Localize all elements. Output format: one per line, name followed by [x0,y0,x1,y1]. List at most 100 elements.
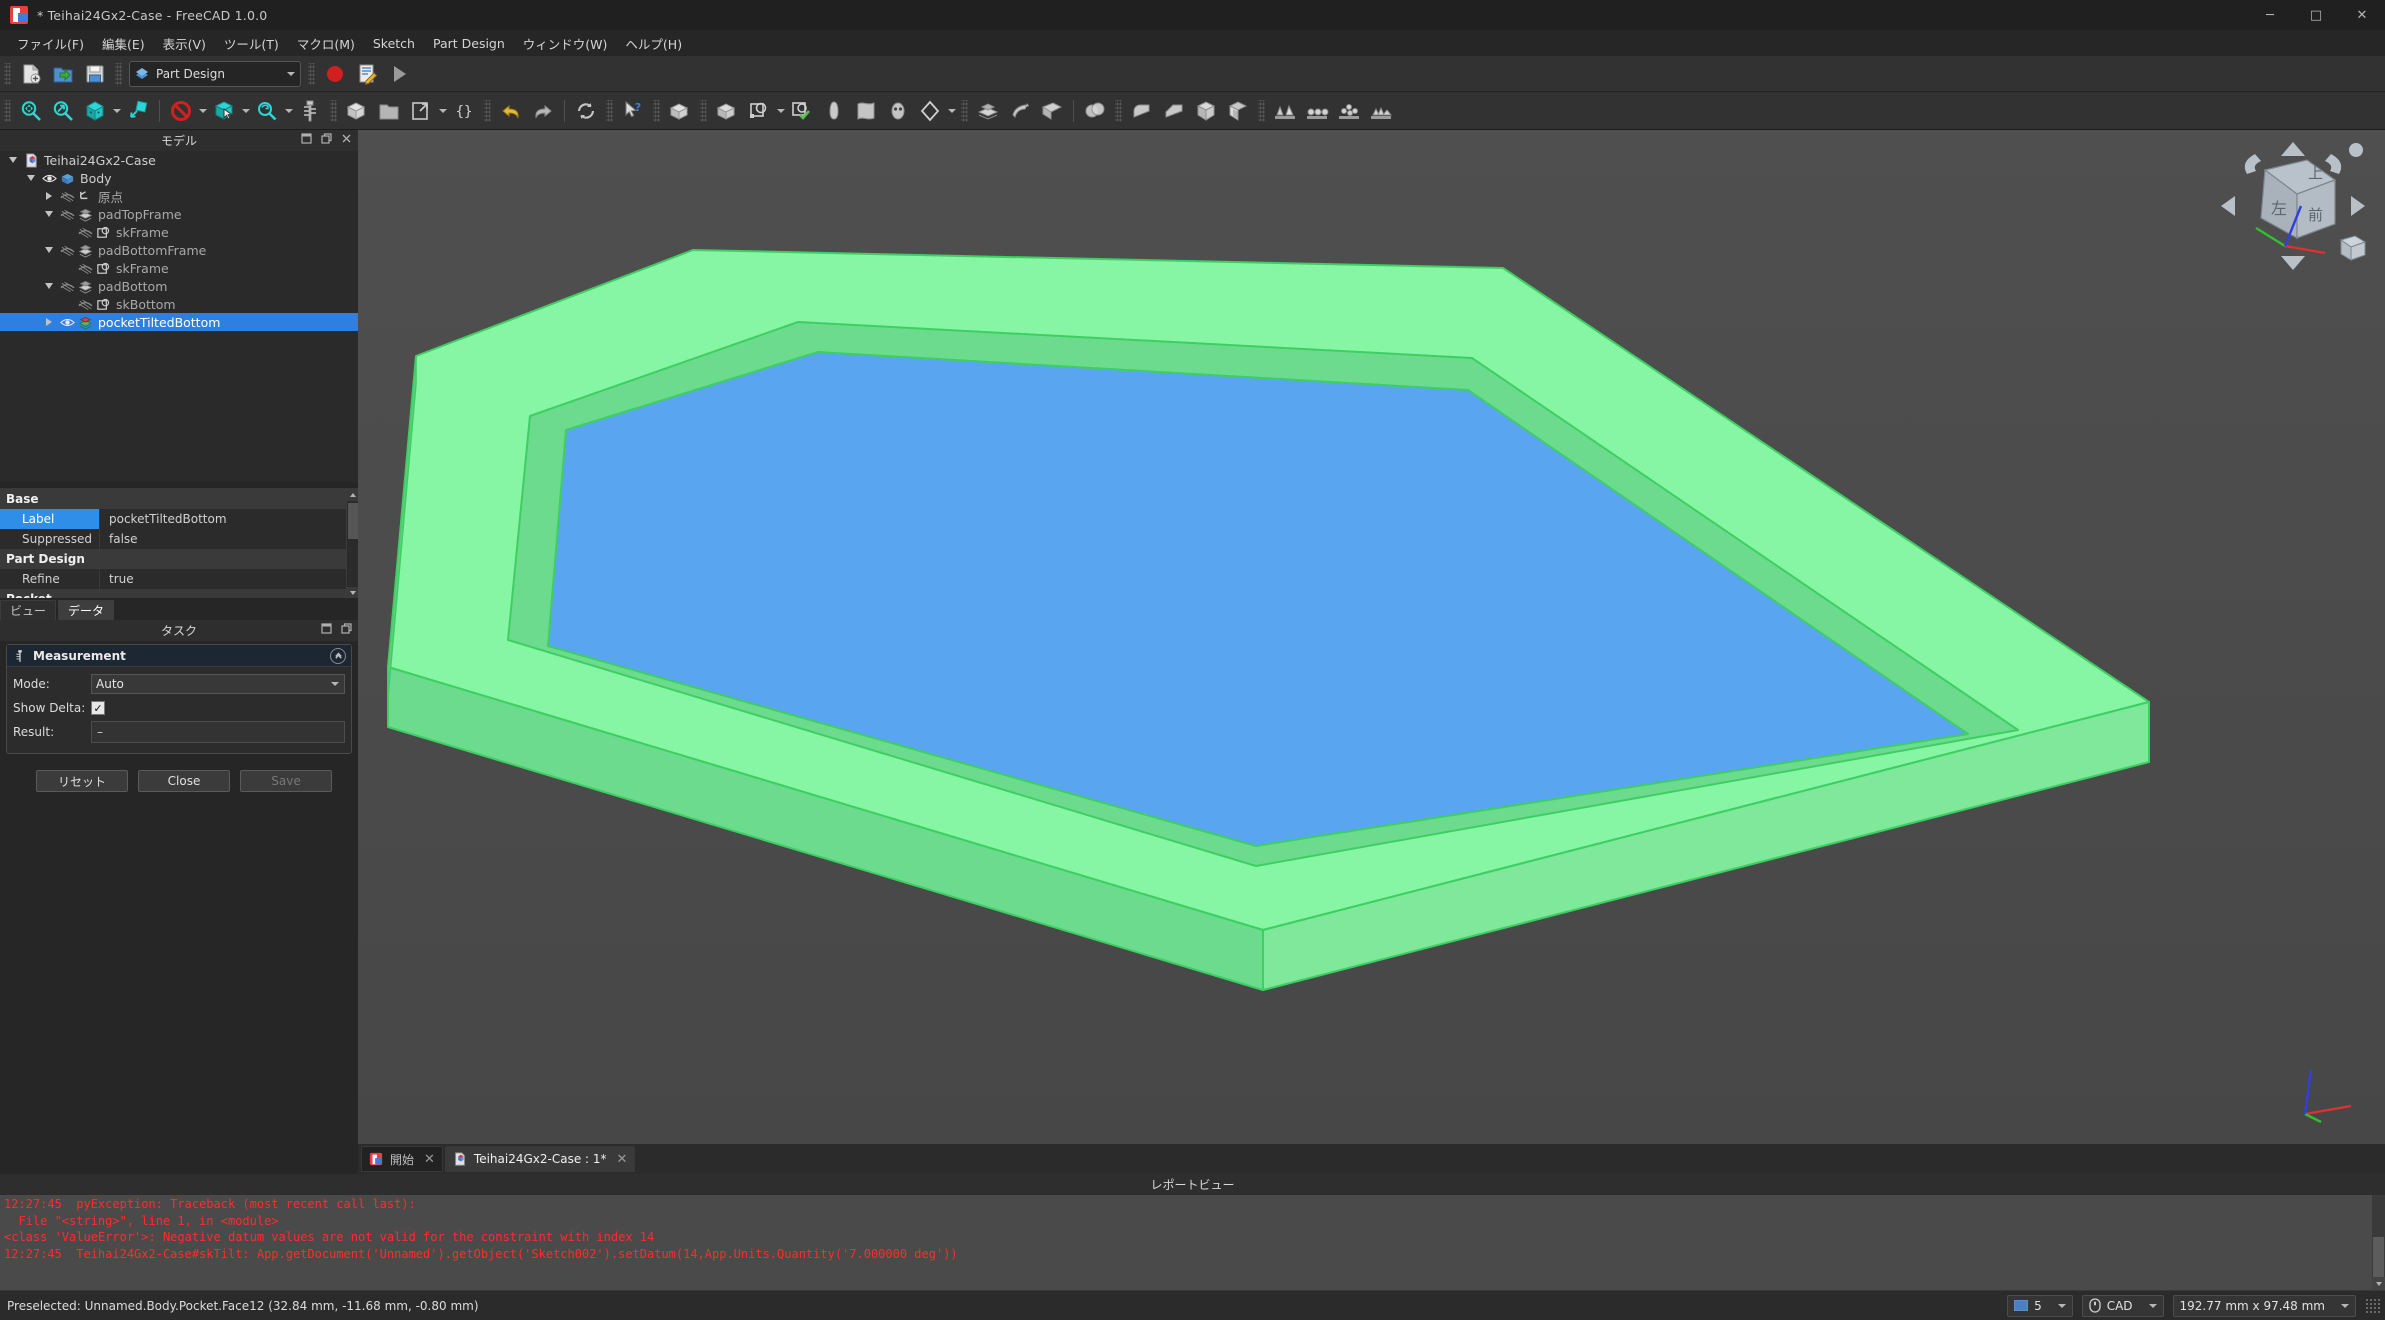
boolean-icon[interactable] [1080,96,1110,126]
navigation-cube[interactable]: 上 左 前 [2213,136,2373,276]
measure-icon[interactable] [295,96,325,126]
macro-record-button[interactable] [320,59,350,89]
caret-down-icon[interactable] [40,277,58,295]
tree-item-padbottom[interactable]: padBottom [0,277,358,295]
new-document-button[interactable] [16,59,46,89]
fit-all-icon[interactable] [16,96,46,126]
eye-hidden-icon[interactable] [76,295,94,313]
draw-style-none-icon[interactable] [166,96,196,126]
caret-down-icon[interactable] [40,205,58,223]
eye-hidden-icon[interactable] [58,205,76,223]
subtractive-loft-icon[interactable] [1037,96,1067,126]
caret-right-icon[interactable] [40,313,58,331]
menu-edit[interactable]: 編集(E) [93,31,154,56]
scrollbar-thumb[interactable] [348,503,358,539]
menu-part-design[interactable]: Part Design [424,33,514,54]
property-row-refine[interactable]: Refine true [0,569,358,589]
eye-visible-icon[interactable] [40,169,58,187]
pattern-toolbar-grip[interactable] [1258,99,1265,122]
create-sketch-icon[interactable] [712,96,742,126]
axonometric-icon[interactable] [123,96,153,126]
case-model[interactable] [358,130,2385,1144]
report-scrollbar[interactable] [2372,1195,2385,1290]
refresh-view-icon[interactable] [252,96,282,126]
chevron-down-icon[interactable] [111,97,122,125]
view-tab-1[interactable]: Teihai24Gx2-Case : 1* ✕ [444,1146,636,1172]
mirror-pattern-icon[interactable] [1270,96,1300,126]
close-icon[interactable]: ✕ [424,1152,435,1167]
whats-this-icon[interactable]: ? [618,96,648,126]
minimize-button[interactable]: ─ [2247,0,2293,30]
dimensions-indicator[interactable]: 192.77 mm x 97.48 mm [2172,1294,2356,1317]
additive-primitive-icon[interactable] [915,96,945,126]
loft-icon[interactable] [851,96,881,126]
property-editor[interactable]: Base Label pocketTiltedBottom Suppressed fal… [0,488,358,598]
property-row-label[interactable]: Label pocketTiltedBottom [0,509,358,529]
eye-visible-icon[interactable] [58,313,76,331]
create-body-icon[interactable] [665,96,695,126]
menu-window[interactable]: ウィンドウ(W) [514,31,617,56]
chevron-down-icon[interactable] [775,97,786,125]
tree-item-skframe[interactable]: skFrame [0,223,358,241]
multi-transform-icon[interactable] [1366,96,1396,126]
chevron-down-icon[interactable] [437,97,448,125]
model-tree[interactable]: Teihai24Gx2-Case Body 原点 padTopFrame skFrame… [0,151,358,482]
property-value[interactable]: pocketTiltedBottom [100,512,358,526]
show-delta-checkbox[interactable]: ✓ [91,701,105,715]
chevron-down-icon[interactable] [197,97,208,125]
link-object-icon[interactable] [406,96,436,126]
eye-hidden-icon[interactable] [76,223,94,241]
eye-hidden-icon[interactable] [58,277,76,295]
partdesign-toolbar-grip[interactable] [653,99,660,122]
tree-item--[interactable]: 原点 [0,187,358,205]
create-part-icon[interactable] [342,96,372,126]
menu-tools[interactable]: ツール(T) [215,31,288,56]
view-toolbar-grip[interactable] [4,99,11,122]
close-button[interactable]: Close [138,770,230,792]
fit-selection-icon[interactable] [48,96,78,126]
view-data-tabs[interactable]: ビュー データ [0,598,358,620]
dock-close-button[interactable] [340,132,353,145]
report-view-body[interactable]: 12:27:45 pyException: Traceback (most re… [0,1195,2385,1290]
tree-item-body[interactable]: Body [0,169,358,187]
selection-view-icon[interactable] [209,96,239,126]
fillet-icon[interactable] [1127,96,1157,126]
redo-icon[interactable] [528,96,558,126]
help-toolbar-grip[interactable] [606,99,613,122]
open-document-button[interactable] [48,59,78,89]
menu-file[interactable]: ファイル(F) [8,31,93,56]
dock-float-button[interactable] [320,132,333,145]
sketch-toolbar-grip[interactable] [700,99,707,122]
chevron-down-icon[interactable] [240,97,251,125]
view-tab-0[interactable]: 開始 ✕ [361,1146,443,1172]
revolution-icon[interactable] [819,96,849,126]
edit-toolbar-grip[interactable] [484,99,491,122]
mode-select[interactable]: Auto [91,674,345,694]
save-document-button[interactable] [80,59,110,89]
maximize-button[interactable]: □ [2293,0,2339,30]
tree-item-padtopframe[interactable]: padTopFrame [0,205,358,223]
chevron-down-icon[interactable] [946,97,957,125]
expression-icon[interactable]: {} [449,96,479,126]
workbench-selector[interactable]: Part Design [129,60,301,87]
menu-sketch[interactable]: Sketch [364,33,424,54]
caret-down-icon[interactable] [4,151,22,169]
polar-pattern-icon[interactable] [1334,96,1364,126]
tree-item-pockettiltedbottom[interactable]: pocketTiltedBottom [0,313,358,331]
tree-item-skbottom[interactable]: skBottom [0,295,358,313]
eye-hidden-icon[interactable] [76,259,94,277]
scroll-down-arrow-icon[interactable] [2372,1277,2385,1290]
isometric-view-icon[interactable] [80,96,110,126]
close-icon[interactable]: ✕ [617,1152,628,1167]
3d-viewport[interactable]: 上 左 前 [358,130,2385,1144]
menu-help[interactable]: ヘルプ(H) [616,31,691,56]
close-button[interactable]: ✕ [2339,0,2385,30]
reset-button[interactable]: リセット [36,770,128,792]
eye-hidden-icon[interactable] [58,241,76,259]
linear-pattern-icon[interactable] [1302,96,1332,126]
structure-toolbar-grip[interactable] [330,99,337,122]
draft-icon[interactable] [1191,96,1221,126]
caret-down-icon[interactable] [40,241,58,259]
toolbar-grip[interactable] [4,62,11,85]
property-scrollbar[interactable] [346,489,358,598]
